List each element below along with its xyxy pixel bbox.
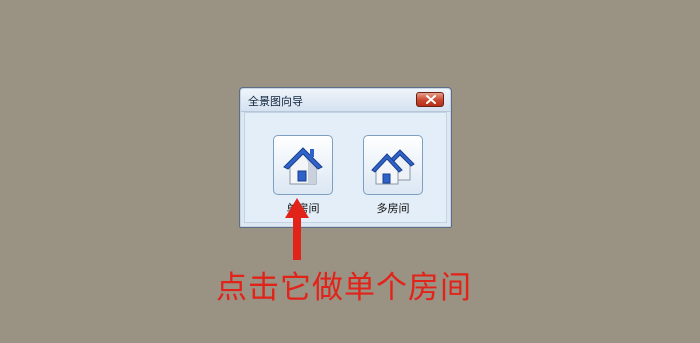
- dialog-title: 全景图向导: [248, 95, 303, 108]
- dialog-body: 单房间 多房间: [244, 112, 447, 223]
- multi-room-label: 多房间: [376, 202, 410, 215]
- close-button[interactable]: [416, 92, 444, 107]
- close-icon: [426, 95, 436, 104]
- house-icon: [283, 147, 323, 185]
- red-arrow-annotation: [285, 198, 309, 260]
- panorama-wizard-dialog: 全景图向导 单房间 多房间: [239, 87, 452, 228]
- multi-room-button[interactable]: [363, 135, 423, 195]
- houses-icon: [371, 149, 415, 185]
- instruction-caption: 点击它做单个房间: [216, 270, 472, 306]
- single-room-button[interactable]: [273, 135, 333, 195]
- title-bar: 全景图向导: [241, 89, 450, 112]
